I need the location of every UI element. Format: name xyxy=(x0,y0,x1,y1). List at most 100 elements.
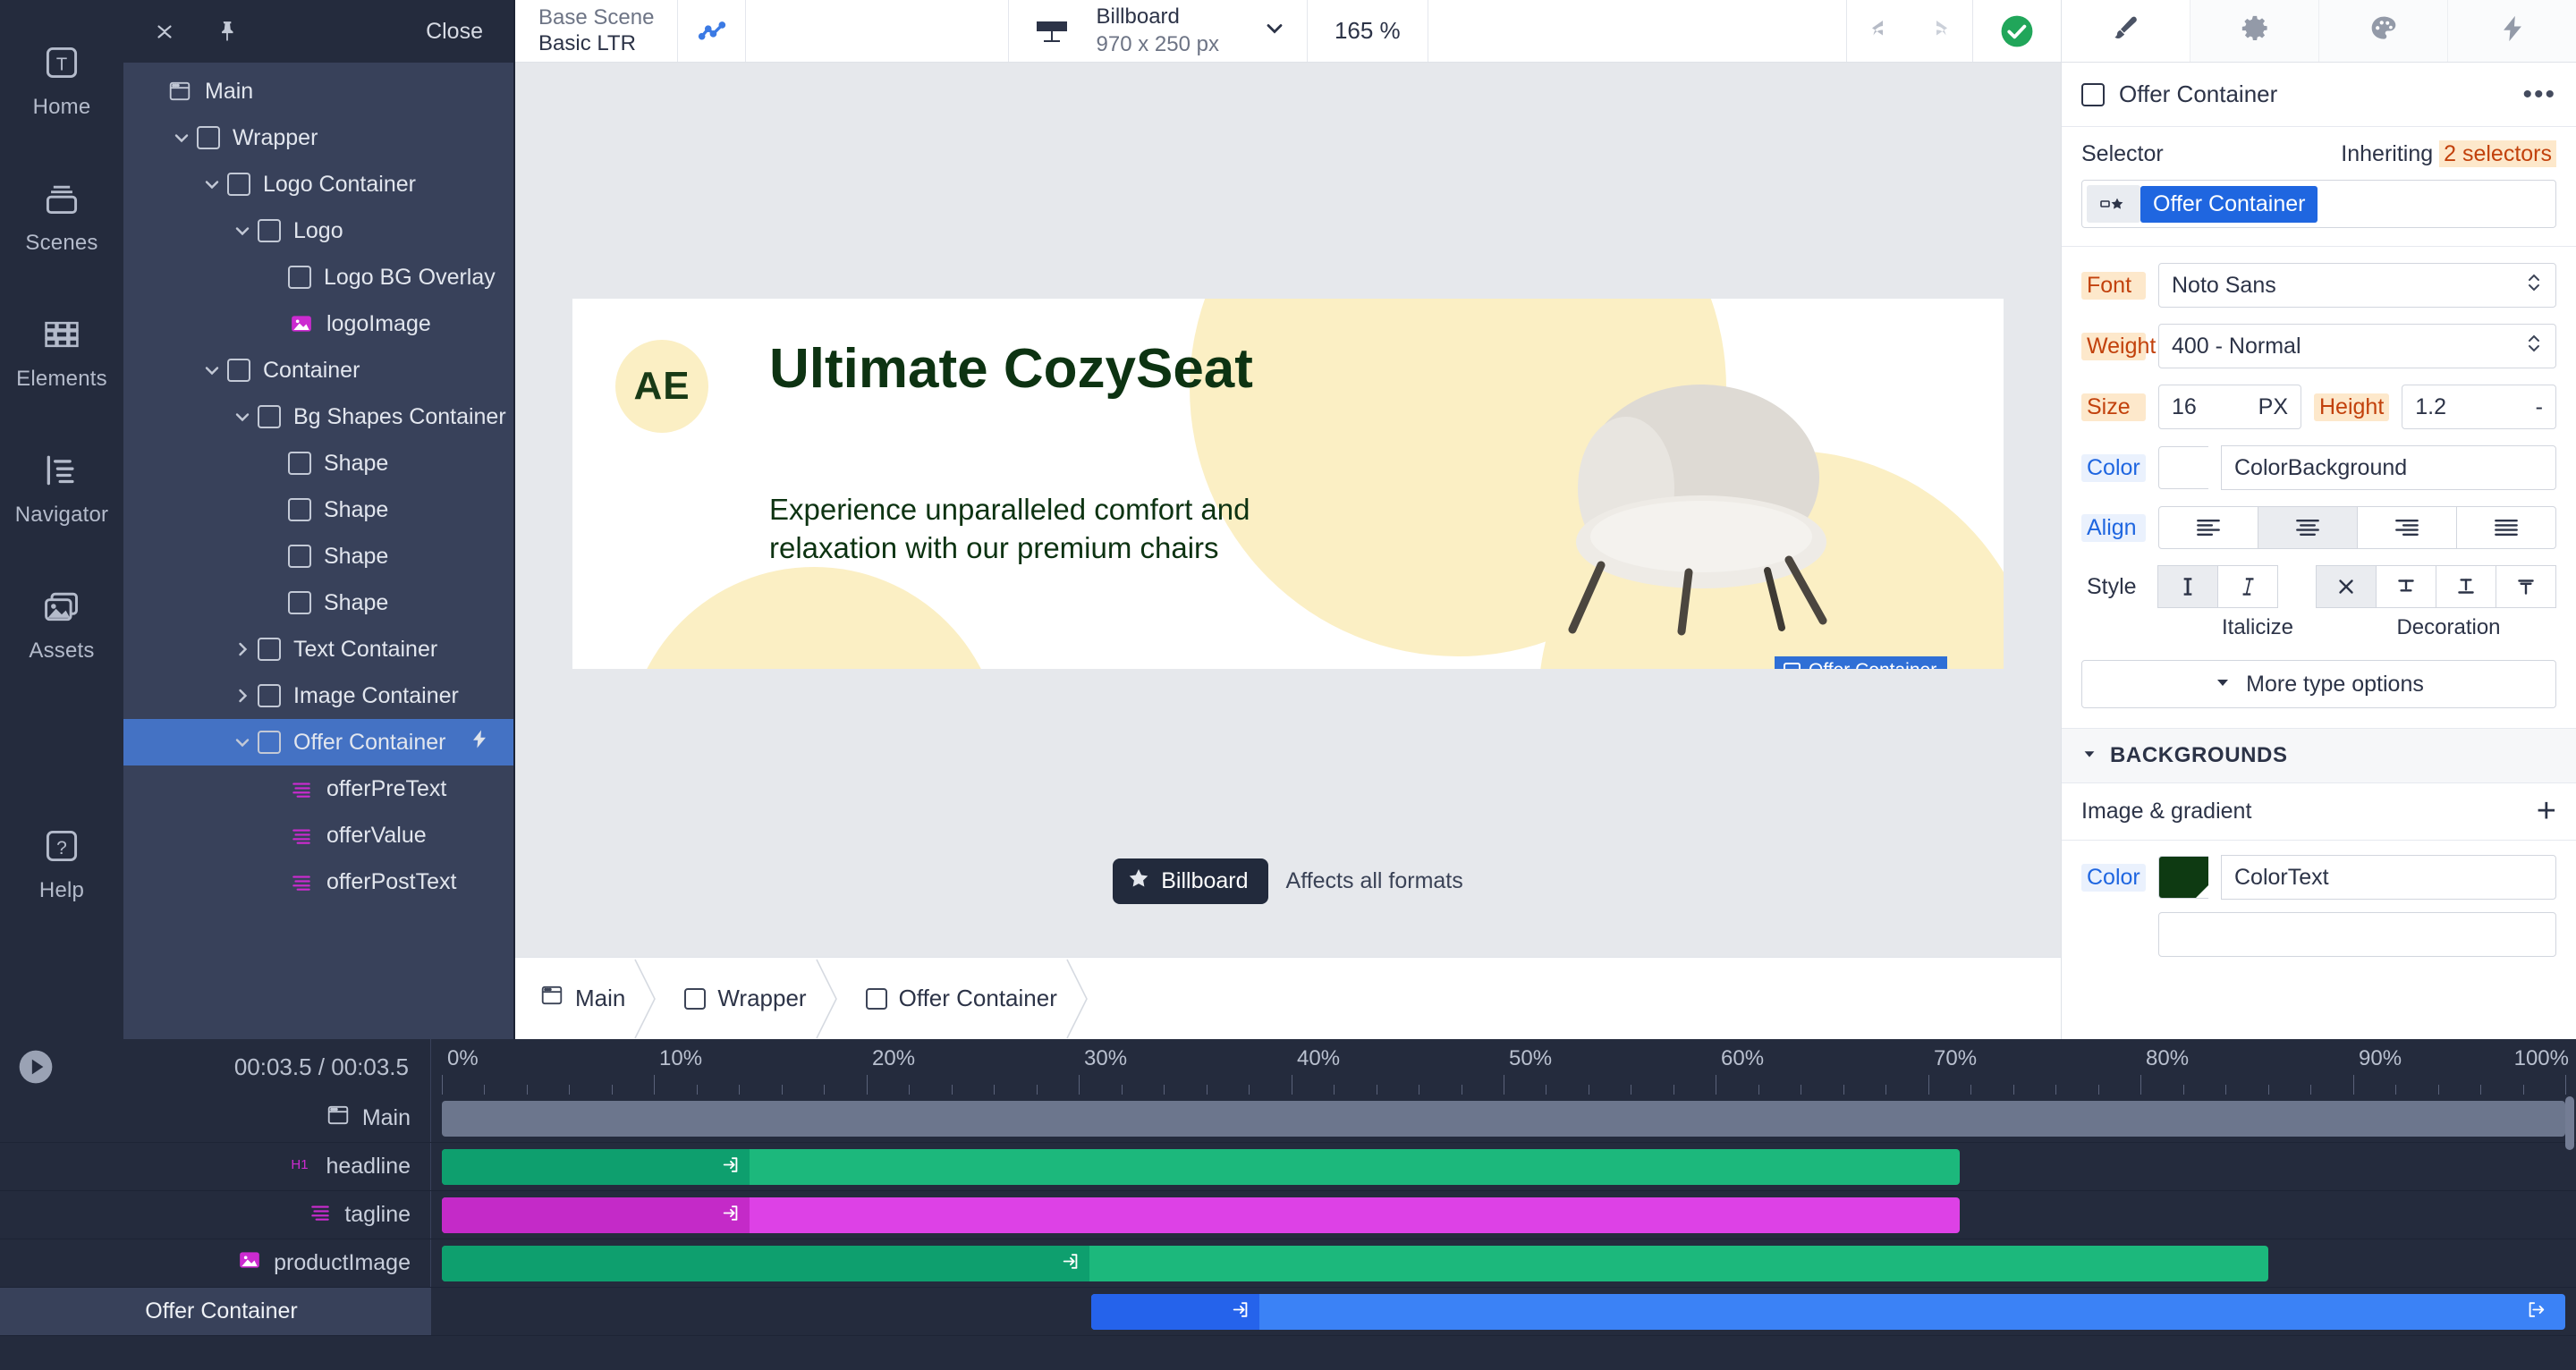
layer-row-logo[interactable]: Logo xyxy=(123,207,513,254)
none-icon[interactable] xyxy=(2316,565,2377,608)
logo-badge[interactable]: AE xyxy=(615,340,708,433)
layer-row-shape[interactable]: Shape xyxy=(123,579,513,626)
size-input[interactable]: 16 PX xyxy=(2158,385,2301,429)
canvas-area[interactable]: AE Ultimate CozySeat Experience unparall… xyxy=(515,63,2061,957)
checkbox-icon[interactable] xyxy=(227,359,250,382)
checkbox-icon[interactable] xyxy=(197,126,220,149)
timeline-ruler[interactable]: 0% 10% 20% 30% 40% 50% 60% 70% 80% 90% 100% xyxy=(431,1039,2576,1095)
layer-row-container[interactable]: Container xyxy=(123,347,513,393)
checkbox-icon[interactable] xyxy=(258,219,281,242)
color-swatch[interactable] xyxy=(2158,446,2208,489)
bg-color-swatch[interactable] xyxy=(2158,856,2208,899)
timeline-bar[interactable] xyxy=(442,1246,2268,1281)
align-right-icon[interactable] xyxy=(2357,506,2457,549)
ellipsis-icon[interactable]: ••• xyxy=(2522,80,2556,107)
inheriting-count[interactable]: 2 selectors xyxy=(2439,140,2556,167)
redo-arrow-icon[interactable] xyxy=(1917,15,1951,47)
timeline-track-body[interactable] xyxy=(431,1095,2576,1142)
keyframe-out-icon[interactable] xyxy=(2526,1300,2546,1324)
checkbox-icon[interactable] xyxy=(227,173,250,196)
weight-select[interactable]: 400 - Normal xyxy=(2158,324,2556,368)
selector-star-icon[interactable] xyxy=(2087,185,2140,223)
timeline-bar[interactable] xyxy=(442,1197,1961,1233)
creative-banner[interactable]: AE Ultimate CozySeat Experience unparall… xyxy=(572,299,2004,669)
expand-caret-icon[interactable] xyxy=(227,634,258,664)
keyframe-in-icon[interactable] xyxy=(721,1204,741,1228)
layer-row-shape[interactable]: Shape xyxy=(123,533,513,579)
lightning-icon[interactable] xyxy=(469,729,490,757)
line-chart-icon[interactable] xyxy=(678,0,747,62)
layer-row-offerposttext[interactable]: offerPostText xyxy=(123,858,513,905)
layer-row-shape[interactable]: Shape xyxy=(123,440,513,486)
sidebar-item-help[interactable]: ? Help xyxy=(0,796,123,932)
sidebar-item-scenes[interactable]: Scenes xyxy=(0,148,123,284)
sidebar-item-navigator[interactable]: Navigator xyxy=(0,420,123,556)
timeline-track-body[interactable] xyxy=(431,1191,2576,1239)
layer-row-logo-container[interactable]: Logo Container xyxy=(123,161,513,207)
tab-palette[interactable] xyxy=(2319,0,2448,62)
stepper-icon[interactable] xyxy=(2525,331,2543,362)
product-image-chair[interactable] xyxy=(1467,370,1932,638)
timeline-track-name[interactable]: productImage xyxy=(0,1239,431,1287)
play-icon[interactable] xyxy=(0,1049,72,1085)
bg-extra-input[interactable] xyxy=(2158,912,2556,957)
line-height-input[interactable]: 1.2 - xyxy=(2402,385,2556,429)
timeline-track-name[interactable]: Main xyxy=(0,1095,431,1142)
scene-selector[interactable]: Base Scene Basic LTR xyxy=(515,0,679,62)
format-selector[interactable]: Billboard 970 x 250 px xyxy=(1009,0,1308,62)
keyframe-in-icon[interactable] xyxy=(721,1155,741,1180)
sidebar-item-home[interactable]: T Home xyxy=(0,13,123,148)
expand-caret-icon[interactable] xyxy=(227,727,258,757)
layer-row-main[interactable]: Main xyxy=(123,68,513,114)
layer-row-shape[interactable]: Shape xyxy=(123,486,513,533)
checkbox-icon[interactable] xyxy=(2081,82,2105,106)
pin-icon[interactable] xyxy=(211,15,243,47)
checkbox-icon[interactable] xyxy=(258,638,281,661)
checkbox-icon[interactable] xyxy=(288,545,311,568)
checkbox-icon[interactable] xyxy=(288,266,311,289)
selection-label-chip[interactable]: Offer Container xyxy=(1775,656,1948,669)
checkbox-icon[interactable] xyxy=(288,498,311,521)
layer-row-logoimage[interactable]: logoImage xyxy=(123,300,513,347)
green-check-icon[interactable] xyxy=(1973,0,2061,62)
keyframe-in-icon[interactable] xyxy=(1061,1252,1080,1276)
tab-style-brush[interactable] xyxy=(2062,0,2190,62)
breadcrumb-item-wrapper[interactable]: Wrapper xyxy=(659,958,840,1040)
layer-row-wrapper[interactable]: Wrapper xyxy=(123,114,513,161)
expand-caret-icon[interactable] xyxy=(166,123,197,153)
color-value[interactable]: ColorBackground xyxy=(2221,445,2556,490)
layer-row-bg-shapes-container[interactable]: Bg Shapes Container xyxy=(123,393,513,440)
checkbox-icon[interactable] xyxy=(258,405,281,428)
plus-icon[interactable]: + xyxy=(2537,794,2556,827)
expand-caret-icon[interactable] xyxy=(227,216,258,246)
layer-row-logo-bg-overlay[interactable]: Logo BG Overlay xyxy=(123,254,513,300)
align-justify-icon[interactable] xyxy=(2456,506,2556,549)
undo-arrow-icon[interactable] xyxy=(1868,15,1902,47)
layer-row-text-container[interactable]: Text Container xyxy=(123,626,513,672)
timeline-track-body[interactable] xyxy=(431,1239,2576,1287)
selector-chip[interactable]: Offer Container xyxy=(2140,185,2318,223)
timeline-track-name[interactable]: tagline xyxy=(0,1191,431,1239)
timeline-bar[interactable] xyxy=(1091,1294,2565,1330)
overline-icon[interactable] xyxy=(2496,565,2556,608)
timeline-bar[interactable] xyxy=(442,1101,2565,1137)
stepper-icon[interactable] xyxy=(2525,270,2543,301)
expand-caret-icon[interactable] xyxy=(227,402,258,432)
timeline-track-name[interactable]: Offer Container xyxy=(0,1288,431,1335)
tab-settings[interactable] xyxy=(2190,0,2319,62)
keyframe-in-icon[interactable] xyxy=(1231,1300,1250,1324)
chevron-down-icon[interactable] xyxy=(1262,16,1287,46)
selector-input[interactable]: Offer Container xyxy=(2081,180,2556,228)
upright-icon[interactable] xyxy=(2157,565,2218,608)
strikethrough-icon[interactable] xyxy=(2376,565,2436,608)
collapse-chevrons-icon[interactable] xyxy=(148,15,181,47)
bg-color-value[interactable]: ColorText xyxy=(2221,855,2556,900)
checkbox-icon[interactable] xyxy=(258,731,281,754)
layer-row-image-container[interactable]: Image Container xyxy=(123,672,513,719)
timeline-track-body[interactable] xyxy=(431,1288,2576,1335)
banner-headline[interactable]: Ultimate CozySeat xyxy=(769,339,1342,400)
timeline-track-name[interactable]: H1 headline xyxy=(0,1143,431,1190)
tab-animations[interactable] xyxy=(2448,0,2576,62)
checkbox-icon[interactable] xyxy=(288,591,311,614)
italic-icon[interactable] xyxy=(2217,565,2278,608)
